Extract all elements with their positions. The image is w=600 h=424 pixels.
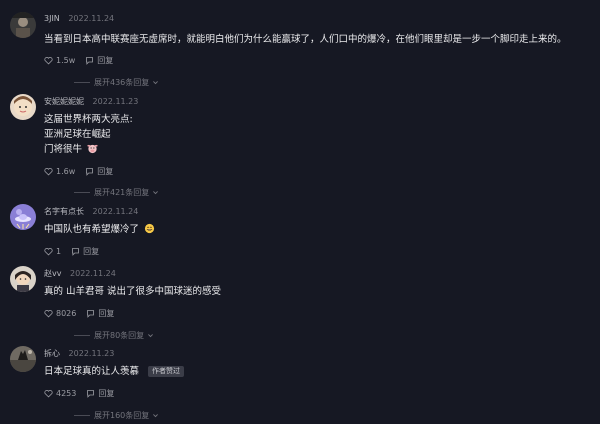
heart-outline-icon <box>44 168 53 176</box>
timestamp: 2022.11.23 <box>92 97 139 106</box>
reply-button[interactable]: 回复 <box>86 388 114 399</box>
expand-replies-button[interactable]: 展开421条回复 <box>74 187 159 198</box>
comment-bubble-icon <box>87 310 95 318</box>
username[interactable]: 3JIN <box>44 14 60 23</box>
comment-actions: 1.5w 回复 <box>44 55 113 66</box>
heart-outline-icon <box>44 310 53 318</box>
comment-line: 这届世界杯两大亮点: <box>44 114 133 125</box>
cow-face-emoji <box>87 144 98 154</box>
expand-replies-label: 展开160条回复 <box>94 411 150 420</box>
chevron-down-icon <box>153 414 159 418</box>
timestamp: 2022.11.24 <box>68 14 115 23</box>
comment-text: 日本足球真的让人羡慕 作者赞过 <box>44 364 185 379</box>
like-button[interactable]: 8026 <box>44 309 76 318</box>
avatar[interactable] <box>10 12 36 38</box>
comment-bubble-icon <box>86 57 94 65</box>
grinning-emoji <box>144 223 155 234</box>
chevron-down-icon <box>153 81 159 85</box>
like-count: 4253 <box>56 389 77 398</box>
comment-text: 中国队也有希望爆冷了 <box>44 222 155 237</box>
expand-replies-label: 展开421条回复 <box>94 188 150 197</box>
reply-button[interactable]: 回复 <box>71 246 99 257</box>
divider <box>74 415 90 416</box>
author-liked-badge: 作者赞过 <box>148 366 185 377</box>
comment-bubble-icon <box>72 248 80 256</box>
reply-label: 回复 <box>98 389 115 398</box>
like-button[interactable]: 4253 <box>44 389 76 398</box>
expand-replies-button[interactable]: 展开160条回复 <box>74 410 159 421</box>
chevron-down-icon <box>153 191 159 195</box>
divider <box>74 192 90 193</box>
heart-outline-icon <box>44 248 53 256</box>
timestamp: 2022.11.24 <box>92 207 139 216</box>
comment-text: 当看到日本高中联赛座无虚席时，就能明白他们为什么能赢球了，人们口中的爆冷，在他们… <box>44 32 567 47</box>
comment-line-text: 门将很牛 <box>44 144 83 155</box>
comment-bubble-icon <box>86 168 94 176</box>
comment-line: 中国队也有希望爆冷了 <box>44 222 155 237</box>
comment-meta: 3JIN 2022.11.24 <box>44 14 114 23</box>
timestamp: 2022.11.23 <box>68 349 115 358</box>
divider <box>74 335 90 336</box>
avatar[interactable] <box>10 94 36 120</box>
like-button[interactable]: 1.6w <box>44 167 75 176</box>
reply-button[interactable]: 回复 <box>85 55 113 66</box>
username[interactable]: 赵vv <box>44 269 61 278</box>
like-count: 1.5w <box>56 56 76 65</box>
expand-replies-button[interactable]: 展开80条回复 <box>74 330 154 341</box>
comment-line-text: 中国队也有希望爆冷了 <box>44 224 140 235</box>
like-count: 8026 <box>56 309 77 318</box>
avatar[interactable] <box>10 346 36 372</box>
comment-meta: 安妮妮妮妮 2022.11.23 <box>44 96 138 107</box>
username[interactable]: 安妮妮妮妮 <box>44 97 84 106</box>
comment-line: 亚洲足球在崛起 <box>44 129 111 140</box>
expand-replies-button[interactable]: 展开436条回复 <box>74 77 159 88</box>
comment-actions: 8026 回复 <box>44 308 114 319</box>
comment-list: 3JIN 2022.11.24 当看到日本高中联赛座无虚席时，就能明白他们为什么… <box>0 0 600 424</box>
comment-line: 当看到日本高中联赛座无虚席时，就能明白他们为什么能赢球了，人们口中的爆冷，在他们… <box>44 34 567 45</box>
reply-label: 回复 <box>97 167 114 176</box>
comment-actions: 1.6w 回复 <box>44 166 113 177</box>
reply-label: 回复 <box>83 247 100 256</box>
comment-text: 真的 山羊君哥 说出了很多中国球迷的感受 <box>44 284 221 299</box>
like-button[interactable]: 1 <box>44 247 61 256</box>
username[interactable]: 拆心 <box>44 349 60 358</box>
comment-line: 日本足球真的让人羡慕 作者赞过 <box>44 364 185 379</box>
reply-label: 回复 <box>98 309 115 318</box>
divider <box>74 82 90 83</box>
reply-button[interactable]: 回复 <box>85 166 113 177</box>
reply-label: 回复 <box>97 56 114 65</box>
like-button[interactable]: 1.5w <box>44 56 75 65</box>
chevron-down-icon <box>148 334 154 338</box>
timestamp: 2022.11.24 <box>70 269 116 278</box>
avatar[interactable] <box>10 204 36 230</box>
comment-actions: 1 回复 <box>44 246 99 257</box>
expand-replies-label: 展开80条回复 <box>94 331 145 340</box>
heart-outline-icon <box>44 57 53 65</box>
comment-actions: 4253 回复 <box>44 388 114 399</box>
comment-meta: 拆心 2022.11.23 <box>44 348 114 359</box>
reply-button[interactable]: 回复 <box>86 308 114 319</box>
heart-outline-icon <box>44 390 53 398</box>
comment-bubble-icon <box>87 390 95 398</box>
expand-replies-label: 展开436条回复 <box>94 78 150 87</box>
comment-meta: 名字有点长 2022.11.24 <box>44 206 138 217</box>
comment-line-text: 日本足球真的让人羡慕 <box>44 366 140 377</box>
avatar[interactable] <box>10 266 36 292</box>
comment-line: 门将很牛 <box>44 142 133 157</box>
username[interactable]: 名字有点长 <box>44 207 84 216</box>
comment-meta: 赵vv 2022.11.24 <box>44 268 116 279</box>
like-count: 1 <box>56 247 62 256</box>
comment-line: 真的 山羊君哥 说出了很多中国球迷的感受 <box>44 286 222 297</box>
comment-text: 这届世界杯两大亮点: 亚洲足球在崛起 门将很牛 <box>44 112 133 157</box>
like-count: 1.6w <box>56 167 76 176</box>
